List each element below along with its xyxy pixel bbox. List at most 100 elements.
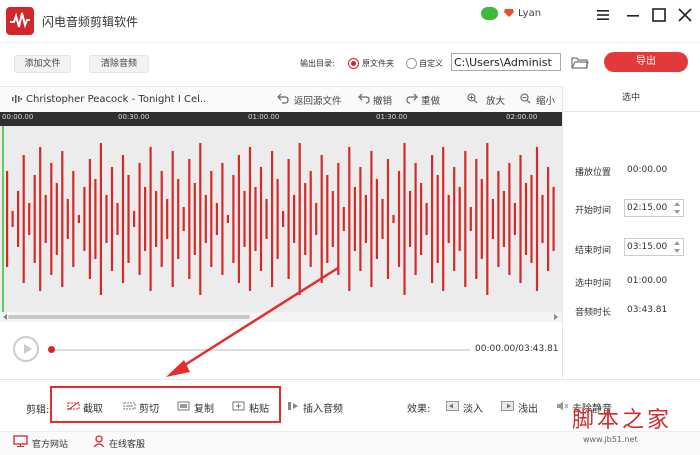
output-path-input[interactable]: C:\Users\Administ bbox=[451, 53, 561, 71]
waveform-bar bbox=[370, 151, 373, 287]
waveform[interactable] bbox=[0, 126, 562, 312]
play-position-value: 00:00.00 bbox=[627, 165, 668, 175]
waveform-bar bbox=[320, 155, 323, 283]
waveform-bar bbox=[287, 159, 290, 279]
waveform-bar bbox=[359, 167, 362, 271]
timeline-tick: 01:30.00 bbox=[376, 113, 408, 121]
selected-time-label: 选中时间 bbox=[575, 279, 612, 289]
waveform-bar bbox=[519, 155, 522, 283]
waveform-bar bbox=[309, 171, 312, 267]
waveform-bar bbox=[171, 151, 174, 287]
export-button[interactable]: 导出 bbox=[604, 52, 688, 72]
scroll-right-icon[interactable] bbox=[553, 313, 559, 321]
waveform-bar bbox=[513, 203, 516, 235]
waveform-bar bbox=[237, 155, 240, 283]
fade-in-button[interactable]: 淡入 bbox=[463, 400, 483, 415]
mute-icon[interactable] bbox=[556, 401, 569, 411]
waveform-bar bbox=[524, 183, 528, 255]
official-site-link[interactable]: 官方网站 bbox=[32, 437, 68, 450]
start-time-value[interactable]: 02:15.00 bbox=[627, 203, 667, 213]
waveform-bar bbox=[210, 171, 213, 267]
waveform-bar bbox=[110, 167, 114, 271]
fade-out-icon[interactable] bbox=[501, 401, 514, 411]
fade-out-button[interactable]: 浅出 bbox=[518, 400, 538, 415]
waveform-bar bbox=[215, 203, 218, 235]
waveform-bar bbox=[469, 207, 472, 231]
waveform-bar bbox=[547, 167, 550, 271]
waveform-bar bbox=[94, 179, 97, 259]
waveform-bar bbox=[11, 211, 14, 227]
selection-panel bbox=[562, 86, 700, 378]
insert-audio-icon[interactable] bbox=[287, 401, 300, 411]
waveform-bar bbox=[83, 187, 86, 251]
waveform-bar bbox=[453, 167, 456, 271]
waveform-bar bbox=[541, 195, 544, 243]
play-position-label: 播放位置 bbox=[575, 168, 612, 178]
zoom-in-button[interactable]: 放大 bbox=[486, 93, 505, 107]
return-source-icon[interactable] bbox=[277, 93, 289, 104]
play-button[interactable] bbox=[13, 336, 39, 362]
radio-source-folder-label[interactable]: 原文件夹 bbox=[362, 58, 394, 69]
redo-button[interactable]: 重做 bbox=[421, 93, 440, 107]
progress-knob[interactable] bbox=[48, 346, 55, 353]
waveform-bar bbox=[342, 207, 345, 231]
waveform-bar bbox=[326, 175, 329, 263]
radio-source-folder[interactable] bbox=[348, 58, 359, 69]
end-time-value[interactable]: 03:15.00 bbox=[627, 242, 667, 252]
waveform-bar bbox=[44, 195, 47, 243]
waveform-bar bbox=[497, 171, 500, 267]
redo-icon[interactable] bbox=[406, 93, 418, 104]
progress-track[interactable] bbox=[50, 349, 470, 351]
zoom-in-icon[interactable] bbox=[467, 93, 478, 104]
radio-custom-folder[interactable] bbox=[406, 58, 417, 69]
scrollbar-thumb[interactable] bbox=[8, 315, 250, 319]
undo-button[interactable]: 撤销 bbox=[373, 93, 392, 107]
folder-icon[interactable] bbox=[571, 57, 589, 69]
radio-custom-folder-label[interactable]: 自定义 bbox=[419, 58, 443, 69]
online-service-link[interactable]: 在线客服 bbox=[109, 437, 145, 450]
waveform-bar bbox=[464, 151, 467, 287]
waveform-bar bbox=[243, 191, 246, 247]
wechat-icon[interactable] bbox=[481, 7, 498, 20]
waveform-bar bbox=[259, 167, 263, 271]
return-source-button[interactable]: 返回源文件 bbox=[294, 93, 342, 107]
tab-selected[interactable]: 选中 bbox=[562, 86, 700, 112]
zoom-out-button[interactable]: 缩小 bbox=[536, 93, 555, 107]
waveform-bar bbox=[425, 203, 428, 235]
fade-in-icon[interactable] bbox=[446, 401, 459, 411]
menu-icon[interactable] bbox=[594, 6, 612, 24]
waveform-bar bbox=[50, 163, 53, 275]
start-time-input[interactable]: 02:15.00 bbox=[624, 199, 684, 217]
remove-audio-button[interactable]: 清除音频 bbox=[89, 55, 149, 73]
zoom-out-icon[interactable] bbox=[520, 93, 531, 104]
waveform-bar bbox=[144, 187, 147, 251]
waveform-bar bbox=[337, 163, 340, 275]
insert-audio-button[interactable]: 插入音频 bbox=[303, 400, 343, 415]
spinner-arrows-icon[interactable] bbox=[673, 201, 681, 215]
waveform-bar bbox=[221, 163, 224, 275]
monitor-icon[interactable] bbox=[13, 435, 28, 447]
scroll-left-icon[interactable] bbox=[2, 313, 8, 321]
edit-label: 剪辑: bbox=[26, 405, 50, 416]
waveform-area[interactable] bbox=[0, 126, 562, 312]
username[interactable]: Lyan bbox=[518, 8, 541, 19]
waveform-bar bbox=[409, 191, 412, 247]
undo-icon[interactable] bbox=[358, 93, 370, 104]
timeline-tick: 00:30.00 bbox=[118, 113, 150, 121]
customer-service-icon[interactable] bbox=[93, 435, 105, 447]
waveform-bar bbox=[33, 175, 36, 263]
timeline-tick: 01:00.00 bbox=[248, 113, 280, 121]
minimize-icon[interactable] bbox=[624, 6, 642, 24]
maximize-icon[interactable] bbox=[650, 6, 668, 24]
time-readout: 00:00.00/03:43.81 bbox=[475, 344, 559, 354]
spinner-arrows-icon[interactable] bbox=[673, 240, 681, 254]
close-icon[interactable] bbox=[676, 6, 694, 24]
app-logo-icon bbox=[6, 7, 34, 35]
playhead[interactable] bbox=[2, 126, 4, 312]
watermark-text: 脚本之家 bbox=[572, 408, 673, 433]
end-time-input[interactable]: 03:15.00 bbox=[624, 238, 684, 256]
timeline-ruler[interactable] bbox=[0, 112, 562, 126]
waveform-bar bbox=[17, 191, 20, 247]
add-file-button[interactable]: 添加文件 bbox=[14, 55, 71, 73]
waveform-bar bbox=[155, 191, 158, 247]
